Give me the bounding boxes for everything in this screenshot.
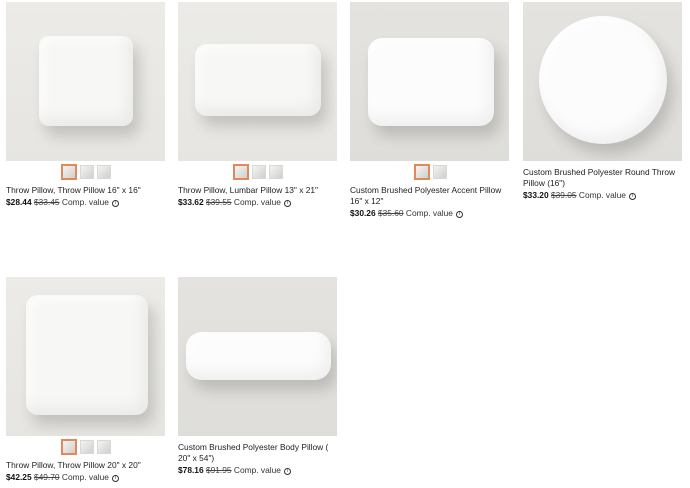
- pillow-image: [186, 332, 331, 380]
- pillow-image: [195, 44, 321, 116]
- swatch-1[interactable]: [413, 164, 430, 180]
- product-title[interactable]: Throw Pillow, Throw Pillow 20" x 20": [6, 460, 164, 471]
- swatch-1[interactable]: [61, 439, 77, 455]
- swatch-1[interactable]: [61, 164, 77, 180]
- pillow-image: [26, 295, 148, 415]
- product-price: $28.44 $33.45 Comp. value i: [6, 197, 166, 208]
- original-price: $35.60: [377, 208, 404, 218]
- product-card[interactable]: Custom Brushed Polyester Round Throw Pil…: [523, 2, 683, 201]
- product-card[interactable]: Custom Brushed Polyester Body Pillow ( 2…: [178, 277, 338, 476]
- comp-value-label: Comp. value: [233, 465, 281, 475]
- swatch-3[interactable]: [97, 440, 111, 454]
- swatch-2[interactable]: [80, 440, 94, 454]
- comp-value-label: Comp. value: [405, 208, 453, 218]
- product-price: $33.62 $39.55 Comp. value i: [178, 197, 338, 208]
- info-icon[interactable]: i: [284, 468, 292, 475]
- product-image[interactable]: [6, 2, 165, 161]
- original-price: $33.45: [33, 197, 60, 207]
- product-card[interactable]: Throw Pillow, Lumbar Pillow 13" x 21" $3…: [178, 2, 338, 208]
- swatch-2[interactable]: [80, 165, 94, 179]
- pillow-image: [39, 36, 133, 126]
- sale-price: $30.26: [350, 208, 376, 218]
- product-grid: Throw Pillow, Throw Pillow 16" x 16" $28…: [0, 0, 690, 488]
- product-price: $42.25 $49.70 Comp. value i: [6, 472, 166, 483]
- product-price: $78.16 $91.95 Comp. value i: [178, 465, 338, 476]
- product-title[interactable]: Throw Pillow, Throw Pillow 16" x 16": [6, 185, 164, 196]
- product-title[interactable]: Throw Pillow, Lumbar Pillow 13" x 21": [178, 185, 336, 196]
- product-card[interactable]: Custom Brushed Polyester Accent Pillow 1…: [350, 2, 510, 219]
- comp-value-label: Comp. value: [233, 197, 281, 207]
- original-price: $39.05: [550, 190, 577, 200]
- product-title[interactable]: Custom Brushed Polyester Accent Pillow 1…: [350, 185, 508, 207]
- product-title[interactable]: Custom Brushed Polyester Round Throw Pil…: [523, 167, 681, 189]
- product-price: $30.26 $35.60 Comp. value i: [350, 208, 510, 219]
- comp-value-label: Comp. value: [578, 190, 626, 200]
- info-icon[interactable]: i: [629, 193, 637, 200]
- product-image[interactable]: [523, 2, 682, 161]
- color-swatches: [6, 164, 166, 180]
- original-price: $39.55: [205, 197, 232, 207]
- product-card[interactable]: Throw Pillow, Throw Pillow 20" x 20" $42…: [6, 277, 166, 483]
- original-price: $91.95: [205, 465, 232, 475]
- info-icon[interactable]: i: [456, 211, 464, 218]
- product-image[interactable]: [178, 2, 337, 161]
- product-price: $33.20 $39.05 Comp. value i: [523, 190, 683, 201]
- info-icon[interactable]: i: [112, 200, 120, 207]
- sale-price: $28.44: [6, 197, 32, 207]
- sale-price: $42.25: [6, 472, 32, 482]
- comp-value-label: Comp. value: [61, 197, 109, 207]
- swatch-3[interactable]: [269, 165, 283, 179]
- product-image[interactable]: [6, 277, 165, 436]
- product-image[interactable]: [178, 277, 337, 436]
- sale-price: $78.16: [178, 465, 204, 475]
- comp-value-label: Comp. value: [61, 472, 109, 482]
- product-image[interactable]: [350, 2, 509, 161]
- sale-price: $33.20: [523, 190, 549, 200]
- swatch-2[interactable]: [252, 165, 266, 179]
- color-swatches: [350, 164, 510, 180]
- info-icon[interactable]: i: [112, 475, 120, 482]
- product-title[interactable]: Custom Brushed Polyester Body Pillow ( 2…: [178, 442, 336, 464]
- pillow-image: [368, 38, 494, 126]
- product-card[interactable]: Throw Pillow, Throw Pillow 16" x 16" $28…: [6, 2, 166, 208]
- color-swatches: [178, 164, 338, 180]
- info-icon[interactable]: i: [284, 200, 292, 207]
- swatch-2[interactable]: [432, 165, 447, 179]
- pillow-image: [539, 16, 667, 144]
- swatch-1[interactable]: [233, 164, 249, 180]
- color-swatches: [6, 439, 166, 455]
- sale-price: $33.62: [178, 197, 204, 207]
- swatch-3[interactable]: [97, 165, 111, 179]
- original-price: $49.70: [33, 472, 60, 482]
